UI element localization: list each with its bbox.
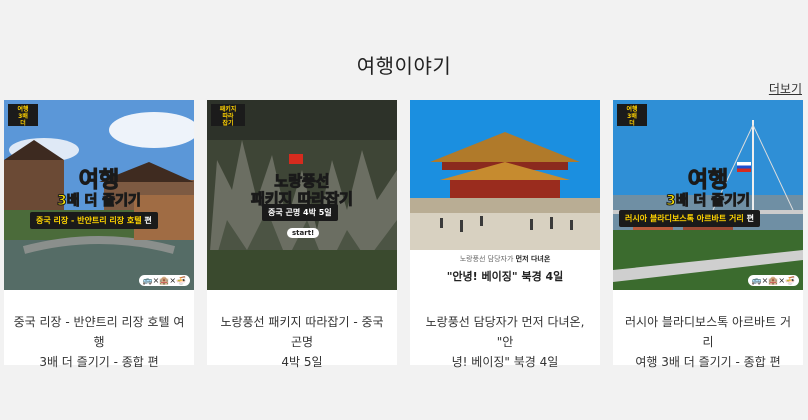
more-link[interactable]: 더보기	[769, 80, 802, 97]
series-badge: 여행 3배 더	[617, 104, 647, 127]
start-button: start!	[287, 228, 320, 238]
overlay-subtitle: 3배 더 즐기기	[57, 193, 142, 210]
travel-icons: 🚌×🏨×🍜	[138, 275, 190, 286]
overlay-title: "안녕! 베이징" 북경 4일	[446, 270, 564, 283]
card-thumbnail[interactable]: 노랑풍선 담당자가 먼저 다녀온 "안녕! 베이징" 북경 4일	[410, 100, 600, 290]
card-thumbnail[interactable]: 여행 3배 더 여행 3배 더 즐기기 중국 리장 - 반얀트리 리장 호텔 편 🚌…	[4, 100, 194, 290]
story-card-vladivostok[interactable]: 여행 3배 더 여행 3배 더 즐기기 러시아 블라디보스톡 아르바트 거리 편 🚌…	[613, 100, 803, 369]
overlay-banner: 중국 곤명 4박 5일	[262, 204, 338, 221]
card-caption[interactable]: 중국 리장 - 반얀트리 리장 호텔 여행 3배 더 즐기기 - 종합 편	[12, 312, 186, 372]
card-caption[interactable]: 노랑풍선 패키지 따라잡기 - 중국 곤명 4박 5일	[215, 312, 389, 372]
card-caption[interactable]: 러시아 블라디보스톡 아르바트 거리 여행 3배 더 즐기기 - 종합 편	[621, 312, 795, 372]
story-card-beijing[interactable]: 노랑풍선 담당자가 먼저 다녀온 "안녕! 베이징" 북경 4일 노랑풍선 담당…	[410, 100, 600, 369]
story-card-kunming[interactable]: 패키지 따라 잡기 노랑풍선 패키지 따라잡기 중국 곤명 4박 5일 start!…	[207, 100, 397, 369]
series-badge: 패키지 따라 잡기	[211, 104, 245, 127]
series-badge: 여행 3배 더	[8, 104, 38, 127]
overlay-banner: 중국 리장 - 반얀트리 리장 호텔 편	[30, 212, 158, 229]
story-card-lijiang[interactable]: 여행 3배 더 여행 3배 더 즐기기 중국 리장 - 반얀트리 리장 호텔 편 🚌…	[4, 100, 194, 369]
travel-icons: 🚌×🏨×🍜	[747, 275, 799, 286]
overlay-banner: 러시아 블라디보스톡 아르바트 거리 편	[619, 210, 760, 227]
card-caption[interactable]: 노랑풍선 담당자가 먼저 다녀온, "안 녕! 베이징" 북경 4일	[418, 312, 592, 372]
card-thumbnail[interactable]: 패키지 따라 잡기 노랑풍선 패키지 따라잡기 중국 곤명 4박 5일 start!	[207, 100, 397, 290]
china-flag-icon	[289, 154, 303, 164]
overlay-subtitle: 3배 더 즐기기	[666, 193, 751, 210]
card-thumbnail[interactable]: 여행 3배 더 여행 3배 더 즐기기 러시아 블라디보스톡 아르바트 거리 편 🚌…	[613, 100, 803, 290]
overlay-intro: 노랑풍선 담당자가 먼저 다녀온	[459, 255, 551, 263]
section-title: 여행이야기	[356, 54, 452, 78]
story-card-list: 여행 3배 더 여행 3배 더 즐기기 중국 리장 - 반얀트리 리장 호텔 편 🚌…	[4, 100, 804, 369]
